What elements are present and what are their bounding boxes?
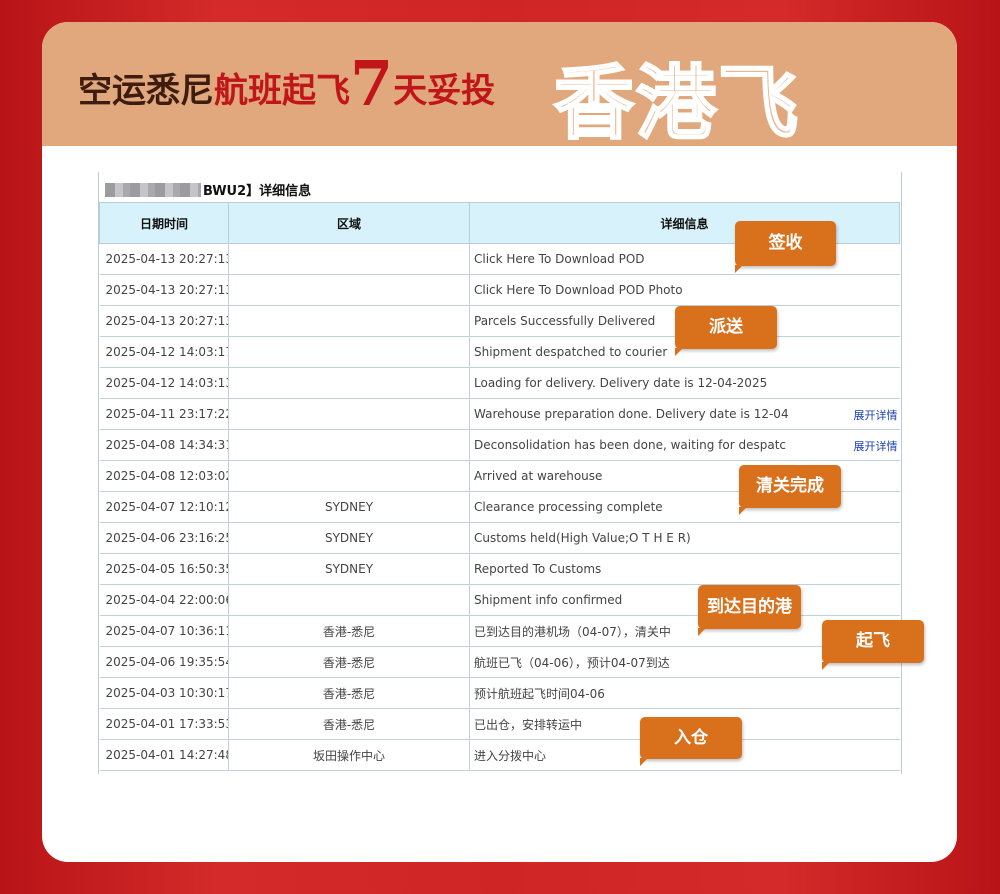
headline-part1: 空运悉尼 <box>78 71 214 111</box>
row-datetime: 2025-04-01 17:33:53 <box>99 708 229 740</box>
row-datetime: 2025-04-07 12:10:12 <box>99 491 229 523</box>
row-detail-cell: Click Here To Download POD Photo <box>469 274 900 306</box>
row-area: 香港-悉尼 <box>228 677 470 709</box>
row-detail: Arrived at warehouse <box>474 469 603 483</box>
row-datetime: 2025-04-06 19:35:54 <box>99 646 229 678</box>
row-area: SYDNEY <box>228 522 470 554</box>
row-area <box>228 367 470 399</box>
row-detail-cell: Shipment info confirmed <box>469 584 900 616</box>
row-area: SYDNEY <box>228 553 470 585</box>
row-detail[interactable]: Click Here To Download POD <box>474 252 645 266</box>
row-detail: Loading for delivery. Delivery date is 1… <box>474 376 768 390</box>
panel-title: BWU2】详细信息 <box>99 172 901 202</box>
row-detail-cell: Customs held(High Value;O T H E R) <box>469 522 900 554</box>
row-datetime: 2025-04-05 16:50:35 <box>99 553 229 585</box>
header-area: 区域 <box>228 202 470 244</box>
row-area <box>228 460 470 492</box>
row-detail: 航班已飞（04-06），预计04-07到达 <box>474 655 670 670</box>
row-detail: Shipment despatched to courier <box>474 345 668 359</box>
panel-title-text: BWU2】详细信息 <box>203 184 312 199</box>
table-row: 2025-04-06 19:35:54 香港-悉尼 航班已飞（04-06），预计04… <box>99 646 900 678</box>
row-datetime: 2025-04-07 10:36:11 <box>99 615 229 647</box>
row-detail-cell: Loading for delivery. Delivery date is 1… <box>469 367 900 399</box>
row-datetime: 2025-04-08 14:34:31 <box>99 429 229 461</box>
row-area <box>228 336 470 368</box>
table-row: 2025-04-03 10:30:17 香港-悉尼 预计航班起飞时间04-06 <box>99 677 900 709</box>
tag-customs-cleared: 清关完成 <box>739 465 841 515</box>
tag-warehouse-in: 入仓 <box>640 717 742 766</box>
row-detail-cell: 预计航班起飞时间04-06 <box>469 677 900 709</box>
headline-part3: 天妥投 <box>393 71 496 111</box>
row-detail: Reported To Customs <box>474 562 602 576</box>
table-row: 2025-04-11 23:17:22 Warehouse preparation… <box>99 398 900 430</box>
table-row: 2025-04-13 20:27:13 Parcels Successfully … <box>99 305 900 337</box>
banner-watermark: 香港飞 <box>553 56 800 152</box>
row-detail: Clearance processing complete <box>474 500 663 514</box>
row-area <box>228 274 470 306</box>
row-datetime: 2025-04-13 20:27:13 <box>99 274 229 306</box>
row-detail: 预计航班起飞时间04-06 <box>474 686 605 701</box>
table-row: 2025-04-06 23:16:25 SYDNEY Customs held(Hi… <box>99 522 900 554</box>
row-datetime: 2025-04-12 14:03:17 <box>99 336 229 368</box>
row-datetime: 2025-04-11 23:17:22 <box>99 398 229 430</box>
banner: 空运悉尼航班起飞7天妥投 香港飞 <box>42 22 957 151</box>
row-datetime: 2025-04-12 14:03:13 <box>99 367 229 399</box>
redacted-tracking-number <box>105 183 201 197</box>
table-row: 2025-04-13 20:27:13 Click Here To Downloa… <box>99 274 900 306</box>
row-area: 香港-悉尼 <box>228 615 470 647</box>
row-detail: 已到达目的港机场（04-07），清关中 <box>474 624 671 639</box>
row-detail: Customs held(High Value;O T H E R) <box>474 531 691 545</box>
row-datetime: 2025-04-06 23:16:25 <box>99 522 229 554</box>
row-datetime: 2025-04-04 22:00:06 <box>99 584 229 616</box>
row-detail-cell: Reported To Customs <box>469 553 900 585</box>
row-detail-cell[interactable]: Deconsolidation has been done, waiting f… <box>469 429 900 461</box>
row-datetime: 2025-04-08 12:03:02 <box>99 460 229 492</box>
row-datetime: 2025-04-13 20:27:13 <box>99 305 229 337</box>
row-datetime: 2025-04-01 14:27:48 <box>99 739 229 771</box>
row-detail: 进入分拨中心 <box>474 748 547 763</box>
tag-arrived-port: 到达目的港 <box>698 585 801 636</box>
table-row: 2025-04-01 14:27:48 坂田操作中心 进入分拨中心 <box>99 739 900 771</box>
row-area <box>228 243 470 275</box>
row-datetime: 2025-04-13 20:27:13 <box>99 243 229 275</box>
row-detail: 已出仓，安排转运中 <box>474 717 583 732</box>
table-row: 2025-04-12 14:03:17 Shipment despatched t… <box>99 336 900 368</box>
banner-headline: 空运悉尼航班起飞7天妥投 <box>78 53 496 121</box>
row-area <box>228 584 470 616</box>
table-row: 2025-04-05 16:50:35 SYDNEY Reported To Cus… <box>99 553 900 585</box>
tag-signed: 签收 <box>735 221 836 273</box>
expand-details-link[interactable]: 展开详情 <box>854 407 898 423</box>
main-card: 空运悉尼航班起飞7天妥投 香港飞 BWU2】详细信息 日期时间 区域 详细信息 … <box>42 22 957 862</box>
row-area: SYDNEY <box>228 491 470 523</box>
table-row: 2025-04-01 17:33:53 香港-悉尼 已出仓，安排转运中 <box>99 708 900 740</box>
row-area: 坂田操作中心 <box>228 739 470 771</box>
headline-part2: 航班起飞 <box>214 71 350 111</box>
table-row: 2025-04-12 14:03:13 Loading for delivery.… <box>99 367 900 399</box>
row-area <box>228 398 470 430</box>
row-area: 香港-悉尼 <box>228 708 470 740</box>
table-row: 2025-04-08 14:34:31 Deconsolidation has b… <box>99 429 900 461</box>
row-detail: Warehouse preparation done. Delivery dat… <box>474 407 789 421</box>
tag-departed: 起飞 <box>822 620 924 670</box>
row-detail: Parcels Successfully Delivered <box>474 314 656 328</box>
row-area <box>228 305 470 337</box>
headline-number: 7 <box>350 47 394 120</box>
row-detail[interactable]: Click Here To Download POD Photo <box>474 283 683 297</box>
header-datetime: 日期时间 <box>99 202 229 244</box>
row-datetime: 2025-04-03 10:30:17 <box>99 677 229 709</box>
row-area <box>228 429 470 461</box>
row-detail-cell[interactable]: Warehouse preparation done. Delivery dat… <box>469 398 900 430</box>
tag-delivering: 派送 <box>675 306 777 356</box>
row-area: 香港-悉尼 <box>228 646 470 678</box>
row-detail: Deconsolidation has been done, waiting f… <box>474 438 787 452</box>
expand-details-link[interactable]: 展开详情 <box>854 438 898 454</box>
row-detail: Shipment info confirmed <box>474 593 623 607</box>
